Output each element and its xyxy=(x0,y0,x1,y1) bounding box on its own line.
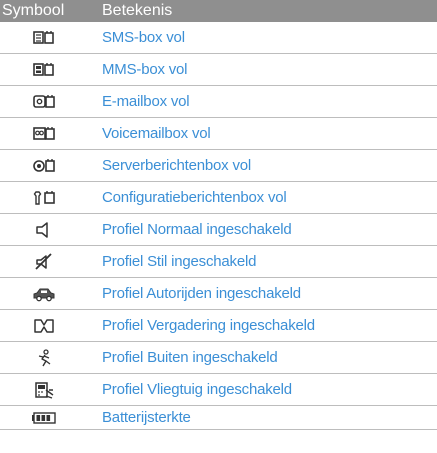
row-label: Batterijsterkte xyxy=(102,409,191,426)
row-label: Profiel Autorijden ingeschakeld xyxy=(102,285,301,302)
profile-outdoor-icon xyxy=(0,342,88,373)
table-row: Profiel Vliegtuig ingeschakeld xyxy=(0,374,437,406)
profile-silent-icon xyxy=(0,246,88,277)
row-label: Serverberichtenbox vol xyxy=(102,157,252,174)
table-header: Symbool Betekenis xyxy=(0,0,437,22)
voicemail-box-full-icon xyxy=(0,118,88,149)
row-label: Profiel Normaal ingeschakeld xyxy=(102,221,292,238)
table-row: MMS-box vol xyxy=(0,54,437,86)
row-label: Profiel Vliegtuig ingeschakeld xyxy=(102,381,292,398)
symbol-table: Symbool Betekenis SMS-box vol MMS-box vo… xyxy=(0,0,437,430)
header-meaning: Betekenis xyxy=(102,2,173,19)
table-row: Profiel Buiten ingeschakeld xyxy=(0,342,437,374)
table-row: E-mailbox vol xyxy=(0,86,437,118)
sms-box-full-icon xyxy=(0,22,88,53)
table-row: Serverberichtenbox vol xyxy=(0,150,437,182)
row-label: Profiel Vergadering ingeschakeld xyxy=(102,317,315,334)
row-label: Profiel Buiten ingeschakeld xyxy=(102,349,278,366)
email-box-full-icon xyxy=(0,86,88,117)
row-label: MMS-box vol xyxy=(102,61,188,78)
row-label: SMS-box vol xyxy=(102,29,185,46)
configuration-message-box-full-icon xyxy=(0,182,88,213)
table-row: Profiel Vergadering ingeschakeld xyxy=(0,310,437,342)
header-symbol: Symbool xyxy=(2,2,65,19)
row-label: Voicemailbox vol xyxy=(102,125,211,142)
table-row: SMS-box vol xyxy=(0,22,437,54)
table-row: Profiel Normaal ingeschakeld xyxy=(0,214,437,246)
battery-strength-icon xyxy=(0,406,88,429)
table-row: Profiel Stil ingeschakeld xyxy=(0,246,437,278)
table-row: Voicemailbox vol xyxy=(0,118,437,150)
table-row: Configuratieberichtenbox vol xyxy=(0,182,437,214)
table-row: Batterijsterkte xyxy=(0,406,437,430)
profile-driving-icon xyxy=(0,278,88,309)
row-label: Configuratieberichtenbox vol xyxy=(102,189,287,206)
server-message-box-full-icon xyxy=(0,150,88,181)
profile-offline-icon xyxy=(0,374,88,405)
profile-normal-icon xyxy=(0,214,88,245)
table-row: Profiel Autorijden ingeschakeld xyxy=(0,278,437,310)
mms-box-full-icon xyxy=(0,54,88,85)
row-label: Profiel Stil ingeschakeld xyxy=(102,253,257,270)
row-label: E-mailbox vol xyxy=(102,93,190,110)
profile-meeting-icon xyxy=(0,310,88,341)
